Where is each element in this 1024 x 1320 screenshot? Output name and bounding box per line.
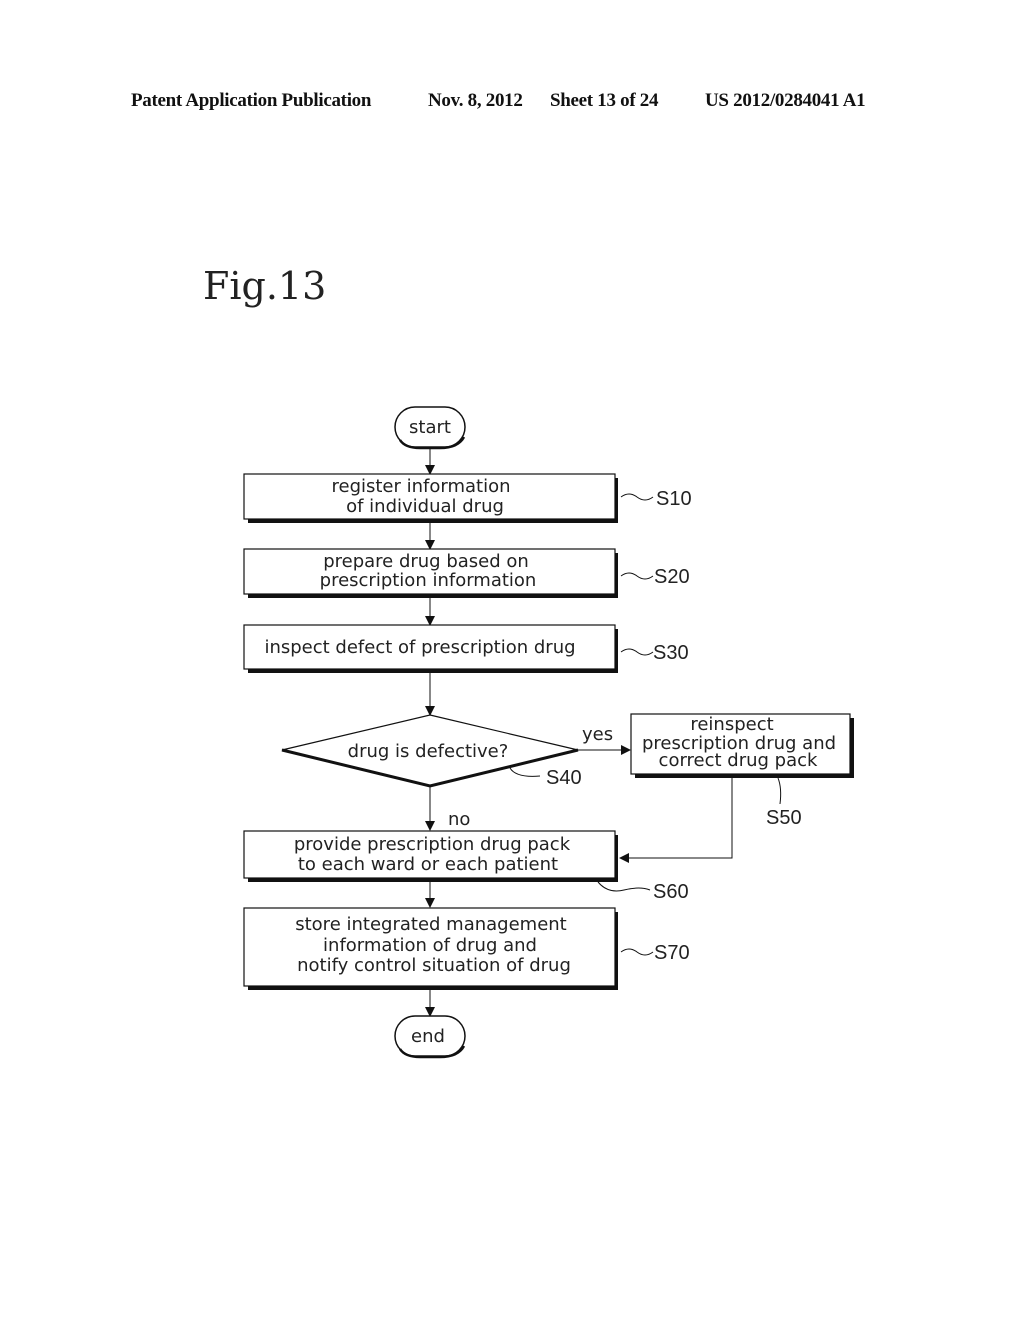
- step-s60-ref: S60: [653, 881, 689, 903]
- s20-leader: [620, 572, 654, 580]
- s30-leader: [620, 648, 654, 656]
- step-s10-line-2: of individual drug: [346, 496, 504, 517]
- step-s20-line-2: prescription information: [320, 570, 537, 591]
- connector-s50-s60: [619, 778, 733, 863]
- step-s30-box: inspect defect of prescription drug: [243, 624, 618, 673]
- s50-leader: [777, 777, 782, 805]
- step-s30-ref: S30: [653, 642, 689, 664]
- s60-leader: [597, 881, 651, 892]
- step-s20-box: prepare drug based on prescription infor…: [243, 548, 618, 598]
- step-s70-line-3: notify control situation of drug: [297, 955, 571, 976]
- step-s10-ref: S10: [656, 488, 692, 510]
- step-s10-line-1: register information: [331, 476, 510, 497]
- step-s20-line-1: prepare drug based on: [323, 551, 529, 572]
- step-s40-ref: S40: [546, 767, 582, 789]
- step-s70-line-1: store integrated management: [295, 914, 567, 935]
- end-label: end: [411, 1026, 445, 1047]
- branch-no-label: no: [448, 809, 470, 830]
- step-s50-line-1: reinspect: [690, 714, 773, 735]
- branch-yes-label: yes: [582, 724, 613, 745]
- s40-leader: [509, 767, 541, 777]
- step-s20-ref: S20: [654, 566, 690, 588]
- step-s60-line-1: provide prescription drug pack: [294, 834, 571, 855]
- step-s40-decision: drug is defective?: [281, 714, 579, 788]
- end-terminal: end: [394, 1015, 466, 1059]
- step-s60-line-2: to each ward or each patient: [298, 854, 558, 875]
- step-s70-ref: S70: [654, 942, 690, 964]
- s10-leader: [620, 493, 654, 501]
- step-s50-line-3: correct drug pack: [659, 750, 818, 771]
- step-s50-box: reinspect prescription drug and correct …: [630, 713, 854, 778]
- step-s30-line-1: inspect defect of prescription drug: [264, 637, 575, 658]
- flowchart: start register information of individual…: [243, 406, 854, 1059]
- s70-leader: [620, 948, 654, 956]
- step-s40-line-1: drug is defective?: [348, 741, 509, 762]
- step-s10-box: register information of individual drug: [243, 473, 618, 523]
- step-s60-box: provide prescription drug pack to each w…: [243, 830, 618, 882]
- step-s70-line-2: information of drug and: [323, 935, 537, 956]
- start-terminal: start: [394, 406, 466, 450]
- step-s50-ref: S50: [766, 807, 802, 829]
- start-label: start: [409, 417, 451, 438]
- step-s70-box: store integrated management information …: [243, 907, 618, 990]
